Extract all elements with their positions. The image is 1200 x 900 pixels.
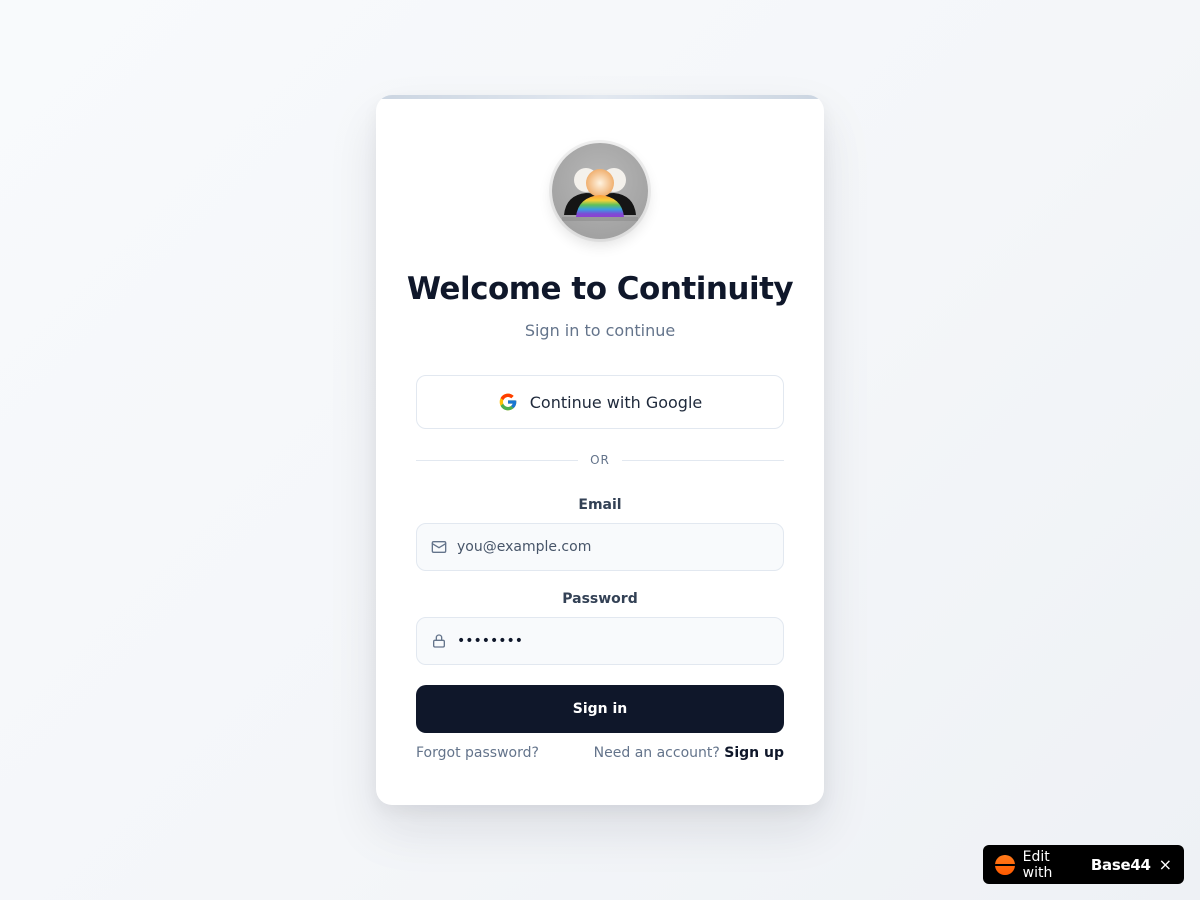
google-button-label: Continue with Google xyxy=(529,392,703,412)
card-top-accent xyxy=(376,95,824,99)
signup-prompt: Need an account? Sign up xyxy=(594,745,784,761)
mail-icon xyxy=(417,539,457,555)
badge-brand-text: Base44 xyxy=(1090,855,1151,874)
auth-links-row: Forgot password? Need an account? Sign u… xyxy=(416,745,784,761)
divider-text: OR xyxy=(590,453,610,467)
people-group-logo-graphic xyxy=(562,168,638,221)
need-account-text: Need an account? xyxy=(593,745,720,761)
people-group-logo xyxy=(552,143,648,239)
base44-dot-icon xyxy=(995,854,1015,875)
login-card: Welcome to Continuity Sign in to continu… xyxy=(376,95,824,805)
page-title: Welcome to Continuity xyxy=(406,271,794,307)
google-icon xyxy=(499,393,517,411)
email-input[interactable] xyxy=(457,524,783,570)
sign-up-link[interactable]: Sign up xyxy=(724,745,784,761)
email-label: Email xyxy=(578,497,622,513)
close-icon[interactable]: × xyxy=(1159,855,1172,874)
lock-icon xyxy=(417,633,457,649)
edit-with-base44-badge[interactable]: Edit with Base44 × xyxy=(983,845,1184,884)
sign-in-button[interactable]: Sign in xyxy=(416,685,784,733)
badge-edit-text: Edit with xyxy=(1022,848,1053,881)
password-input[interactable] xyxy=(457,618,783,664)
divider-line-left xyxy=(416,459,579,461)
forgot-password-link[interactable]: Forgot password? xyxy=(416,745,539,761)
page-subtitle: Sign in to continue xyxy=(524,321,676,340)
divider-line-right xyxy=(621,459,785,461)
continue-with-google-button[interactable]: Continue with Google xyxy=(416,375,784,429)
password-label: Password xyxy=(562,591,638,607)
or-divider: OR xyxy=(416,451,785,469)
email-field-wrapper[interactable] xyxy=(416,523,784,571)
password-field-wrapper[interactable] xyxy=(416,617,784,665)
